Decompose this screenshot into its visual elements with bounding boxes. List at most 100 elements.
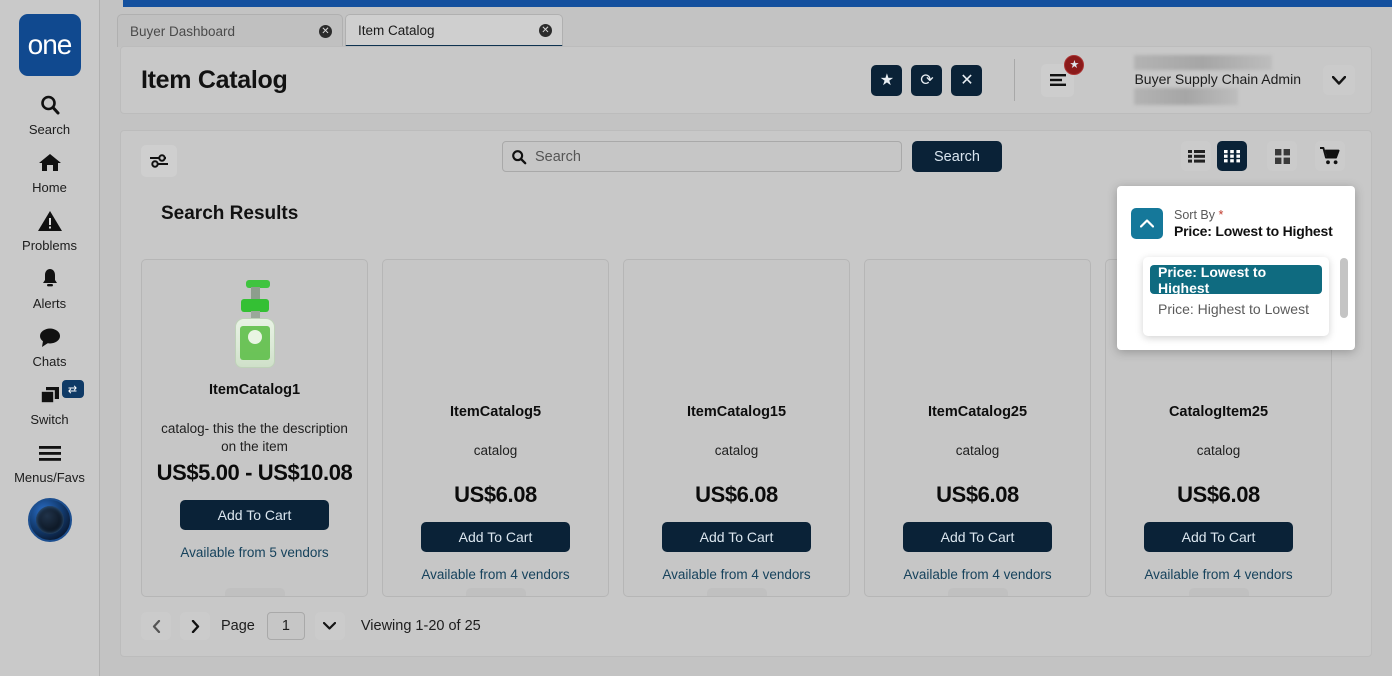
sidebar-item-search[interactable]: Search	[0, 90, 100, 137]
card-expand-handle[interactable]	[1188, 588, 1249, 596]
product-name: ItemCatalog5	[449, 404, 542, 420]
search-input[interactable]	[535, 148, 901, 165]
search-icon	[503, 149, 535, 165]
product-name: ItemCatalog25	[927, 404, 1028, 420]
sidebar-item-label: Alerts	[32, 296, 67, 311]
product-image	[232, 276, 278, 368]
sort-collapse-button[interactable]	[1131, 208, 1163, 239]
previous-page-button[interactable]	[141, 612, 171, 640]
tab-bar: Buyer Dashboard ✕ Item Catalog ✕	[117, 14, 563, 47]
tile-view-icon	[1274, 148, 1290, 164]
top-accent-bar	[123, 0, 1392, 7]
grid-view-icon	[1224, 150, 1240, 163]
card-expand-handle[interactable]	[706, 588, 767, 596]
add-to-cart-button[interactable]: Add To Cart	[1144, 522, 1293, 552]
search-button[interactable]: Search	[912, 141, 1002, 172]
product-price: US$6.08	[454, 482, 537, 507]
tab-buyer-dashboard[interactable]: Buyer Dashboard ✕	[117, 14, 343, 47]
sort-option-price-lowest-to-highest[interactable]: Price: Lowest to Highest	[1150, 264, 1322, 296]
vendor-count-link[interactable]: Available from 4 vendors	[903, 567, 1051, 582]
product-price: US$5.00 - US$10.08	[156, 460, 353, 485]
required-marker: *	[1218, 208, 1224, 222]
product-price: US$6.08	[936, 482, 1019, 507]
sidebar-item-home[interactable]: Home	[0, 148, 100, 195]
product-name: ItemCatalog1	[208, 382, 301, 398]
filter-button[interactable]	[141, 145, 177, 177]
switch-toggle-badge[interactable]: ⇄	[61, 380, 84, 398]
card-expand-handle[interactable]	[465, 588, 526, 596]
close-icon[interactable]: ✕	[319, 24, 332, 38]
vendor-count-link[interactable]: Available from 4 vendors	[421, 567, 569, 582]
sidebar-item-menus-favs[interactable]: Menus/Favs	[0, 438, 100, 485]
sidebar-item-switch[interactable]: ⇄ Switch	[0, 380, 100, 427]
tab-item-catalog[interactable]: Item Catalog ✕	[345, 14, 563, 47]
one-logo[interactable]: one	[18, 14, 81, 76]
product-card[interactable]: ItemCatalog15 catalog US$6.08 Add To Car…	[623, 259, 850, 597]
close-icon[interactable]: ✕	[539, 23, 552, 37]
shopping-cart-icon	[1319, 147, 1340, 165]
page-label: Page	[221, 618, 255, 634]
next-page-button[interactable]	[180, 612, 210, 640]
header-divider	[1014, 59, 1016, 101]
user-menu-caret-button[interactable]	[1323, 65, 1355, 95]
vendor-count-link[interactable]: Available from 4 vendors	[662, 567, 810, 582]
avatar[interactable]	[27, 498, 72, 542]
sort-by-panel: Sort By * Price: Lowest to Highest Price…	[1117, 186, 1355, 350]
card-expand-handle[interactable]	[947, 588, 1008, 596]
filter-sliders-icon	[150, 154, 168, 168]
soap-bottle-image	[232, 280, 278, 368]
left-sidebar: one Search Home Problems Alerts Chats ⇄ …	[0, 0, 100, 676]
add-to-cart-button[interactable]: Add To Cart	[662, 522, 811, 552]
add-to-cart-button[interactable]: Add To Cart	[180, 500, 329, 530]
product-card[interactable]: ItemCatalog5 catalog US$6.08 Add To Cart…	[382, 259, 609, 597]
vendor-count-link[interactable]: Available from 4 vendors	[1144, 567, 1292, 582]
product-description: catalog	[1196, 443, 1241, 458]
vendor-count-link[interactable]: Available from 5 vendors	[180, 545, 328, 560]
redacted-company-name	[1134, 55, 1273, 70]
list-view-toggle[interactable]	[1181, 141, 1211, 171]
user-role-label: Buyer Supply Chain Admin	[1134, 71, 1301, 87]
close-button[interactable]: ✕	[951, 64, 983, 96]
viewing-count-label: Viewing 1-20 of 25	[360, 618, 481, 634]
product-description: catalog	[955, 443, 1000, 458]
sidebar-item-label: Switch	[30, 412, 69, 427]
sort-by-text: Sort By * Price: Lowest to Highest	[1174, 208, 1333, 239]
tile-view-toggle[interactable]	[1267, 141, 1297, 171]
sidebar-item-chats[interactable]: Chats	[0, 322, 100, 369]
sidebar-item-alerts[interactable]: Alerts	[0, 264, 100, 311]
sidebar-item-label: Home	[32, 180, 67, 195]
sort-by-header: Sort By * Price: Lowest to Highest	[1117, 186, 1355, 239]
product-name: ItemCatalog15	[686, 404, 787, 420]
add-to-cart-button[interactable]: Add To Cart	[903, 522, 1052, 552]
sort-panel-scrollbar[interactable]	[1340, 258, 1348, 318]
sidebar-item-problems[interactable]: Problems	[0, 206, 100, 253]
chevron-down-icon	[323, 622, 337, 630]
product-price: US$6.08	[1177, 482, 1260, 507]
sort-option-label: Price: Highest to Lowest	[1158, 300, 1309, 317]
chevron-right-icon	[191, 619, 199, 633]
close-icon: ✕	[960, 72, 974, 89]
product-card[interactable]: ItemCatalog25 catalog US$6.08 Add To Car…	[864, 259, 1091, 597]
chevron-left-icon	[152, 619, 160, 633]
sidebar-item-label: Menus/Favs	[14, 470, 85, 485]
sidebar-item-label: Chats	[32, 354, 67, 369]
page-header: Item Catalog ★ ⟳ ✕ ★ Buyer Supply Chain …	[120, 46, 1372, 114]
user-profile[interactable]: Buyer Supply Chain Admin	[1134, 55, 1301, 105]
redacted-user-detail	[1134, 88, 1239, 105]
chevron-up-icon	[1140, 219, 1154, 228]
sort-by-label-text: Sort By	[1174, 208, 1215, 222]
sort-option-price-highest-to-lowest[interactable]: Price: Highest to Lowest	[1150, 294, 1322, 323]
grid-view-toggle[interactable]	[1217, 141, 1247, 171]
product-card[interactable]: ItemCatalog1 catalog- this the the descr…	[141, 259, 368, 597]
page-number-input[interactable]	[266, 612, 305, 640]
refresh-button[interactable]: ⟳	[911, 64, 943, 96]
card-expand-handle[interactable]	[224, 588, 285, 596]
add-to-cart-button[interactable]: Add To Cart	[421, 522, 570, 552]
favorites-menu-button[interactable]: ★	[1041, 54, 1085, 97]
sort-by-value: Price: Lowest to Highest	[1174, 223, 1333, 239]
shopping-cart-button[interactable]	[1315, 141, 1345, 171]
favorite-button[interactable]: ★	[871, 64, 903, 96]
search-box[interactable]	[502, 141, 902, 172]
page-size-dropdown-button[interactable]	[314, 612, 345, 640]
sidebar-item-label: Search	[28, 122, 71, 137]
